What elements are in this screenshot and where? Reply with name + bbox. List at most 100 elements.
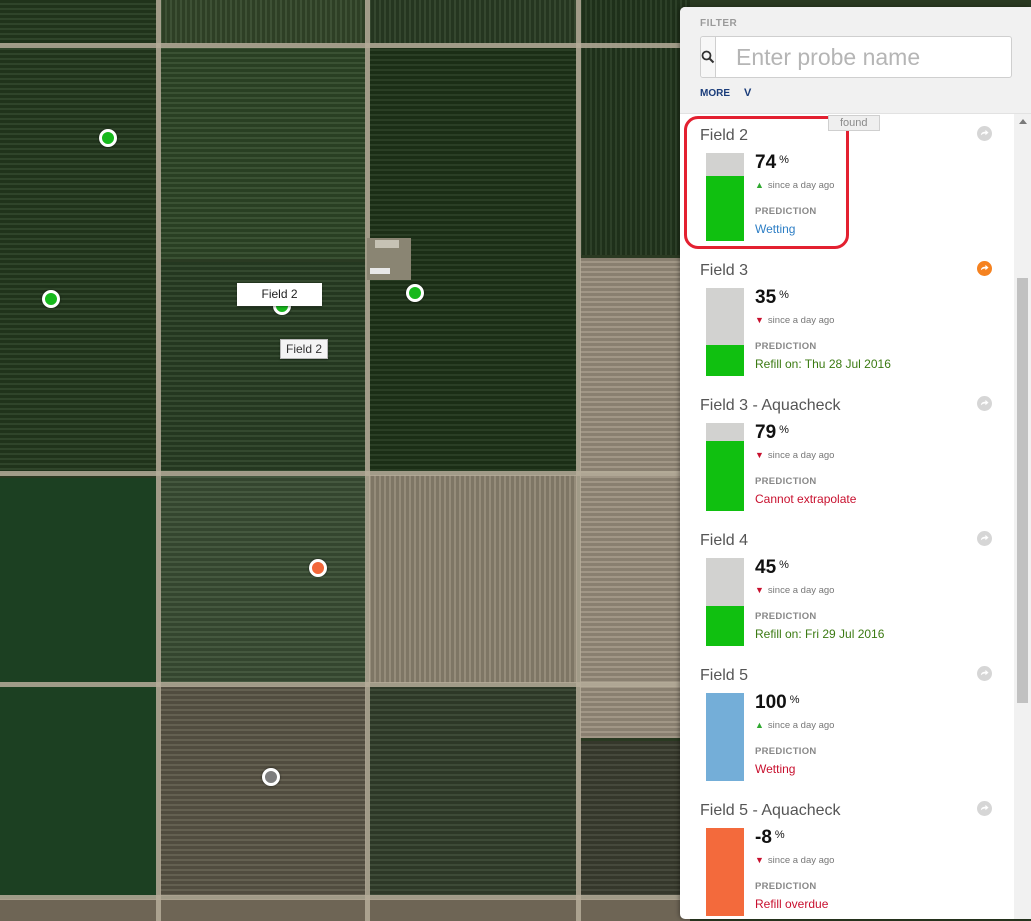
probe-item[interactable]: Field 5 - Aquacheck -8% ▼ since a day ago… [680,789,1014,919]
more-label: MORE [700,87,730,99]
prediction-label: PREDICTION [755,611,817,622]
farm-building [375,240,399,248]
marker-label: Field 2 [237,283,322,306]
moisture-unit: % [789,694,800,706]
search-group [700,36,1031,78]
moisture-unit: % [779,424,789,436]
moisture-bar-fill [706,693,744,781]
moisture-unit: % [779,289,789,301]
trend-info: ▲ since a day ago [755,720,834,731]
probe-marker[interactable] [309,559,327,577]
farm-building [370,268,390,274]
trend-text: since a day ago [767,855,835,866]
moisture-bar-fill [706,441,744,511]
map-parcel [0,478,157,898]
map-parcel [160,47,366,259]
moisture-bar [706,558,744,646]
moisture-value: 74% [755,152,789,174]
probe-item[interactable]: Field 2 74% ▲ since a day ago PREDICTION … [680,114,1014,249]
prediction-value: Wetting [755,762,796,776]
probe-item[interactable]: Field 3 35% ▼ since a day ago PREDICTION … [680,249,1014,384]
trend-down-icon: ▼ [755,855,764,865]
trend-down-icon: ▼ [755,450,764,460]
prediction-value: Cannot extrapolate [755,492,857,506]
moisture-number: 100 [755,692,787,713]
prediction-value: Refill on: Fri 29 Jul 2016 [755,627,885,641]
moisture-value: 45% [755,557,789,579]
moisture-unit: % [779,559,789,571]
refresh-icon[interactable] [977,126,992,141]
found-tag: found [828,115,880,131]
moisture-bar [706,828,744,916]
refresh-icon[interactable] [977,396,992,411]
trend-text: since a day ago [767,180,835,191]
probe-name: Field 5 - Aquacheck [700,802,841,819]
probe-panel: FILTER MORE V found Field 2 74% ▲since a… [680,7,1031,919]
prediction-value: Refill on: Thu 28 Jul 2016 [755,357,891,371]
moisture-number: 74 [755,152,777,173]
trend-info: ▼ since a day ago [755,315,834,326]
moisture-bar-fill [706,606,744,646]
probe-item[interactable]: Field 4 45% ▼ since a day ago PREDICTION … [680,519,1014,654]
map-parcel [160,686,366,896]
map-road [576,0,581,921]
probe-name: Field 3 - Aquacheck [700,397,841,414]
probe-marker[interactable] [262,768,280,786]
moisture-value: -8% [755,827,785,849]
moisture-number: 45 [755,557,777,578]
refresh-icon[interactable] [977,261,992,276]
trend-info: ▲ since a day ago [755,180,834,191]
refresh-icon[interactable] [977,801,992,816]
filter-section: FILTER MORE V [680,7,1031,114]
prediction-label: PREDICTION [755,341,817,352]
probe-search-input[interactable] [716,37,1031,77]
chevron-down-icon: V [744,87,752,99]
moisture-number: 79 [755,422,777,443]
prediction-label: PREDICTION [755,476,817,487]
trend-info: ▼ since a day ago [755,585,834,596]
scroll-up-arrow-icon[interactable] [1019,119,1027,124]
prediction-value: Wetting [755,222,796,236]
map-parcel [0,0,157,475]
moisture-unit: % [774,829,785,841]
moisture-bar [706,288,744,376]
probe-item[interactable]: Field 5 100% ▲ since a day ago PREDICTION… [680,654,1014,789]
probe-name: Field 5 [700,667,749,684]
probe-marker[interactable] [406,284,424,302]
trend-text: since a day ago [767,585,835,596]
probe-marker[interactable] [42,290,60,308]
moisture-bar-fill [706,176,744,241]
map-parcel [369,686,577,896]
trend-down-icon: ▼ [755,315,764,325]
trend-info: ▼ since a day ago [755,450,834,461]
probe-item[interactable]: Field 3 - Aquacheck 79% ▼ since a day ago… [680,384,1014,519]
prediction-label: PREDICTION [755,881,817,892]
trend-text: since a day ago [767,720,835,731]
probe-marker[interactable] [99,129,117,147]
probe-name: Field 3 [700,262,749,279]
moisture-bar [706,423,744,511]
moisture-value: 35% [755,287,789,309]
trend-up-icon: ▲ [755,180,764,190]
more-filters-toggle[interactable]: MORE V [700,87,751,99]
moisture-number: 35 [755,287,777,308]
moisture-bar [706,153,744,241]
list-scrollbar[interactable] [1014,114,1031,919]
moisture-bar [706,693,744,781]
moisture-bar-fill [706,345,744,376]
prediction-value: Refill overdue [755,897,829,911]
probe-name: Field 2 [700,127,749,144]
trend-down-icon: ▼ [755,585,764,595]
map-parcel [160,0,366,44]
moisture-bar-fill [706,828,744,916]
map-parcel [0,899,690,921]
probe-name: Field 4 [700,532,749,549]
refresh-icon[interactable] [977,666,992,681]
refresh-icon[interactable] [977,531,992,546]
map-parcel [160,475,366,683]
moisture-value: 100% [755,692,799,714]
scrollbar-thumb[interactable] [1017,278,1028,703]
search-icon[interactable] [701,37,716,77]
trend-up-icon: ▲ [755,720,764,730]
prediction-label: PREDICTION [755,746,817,757]
